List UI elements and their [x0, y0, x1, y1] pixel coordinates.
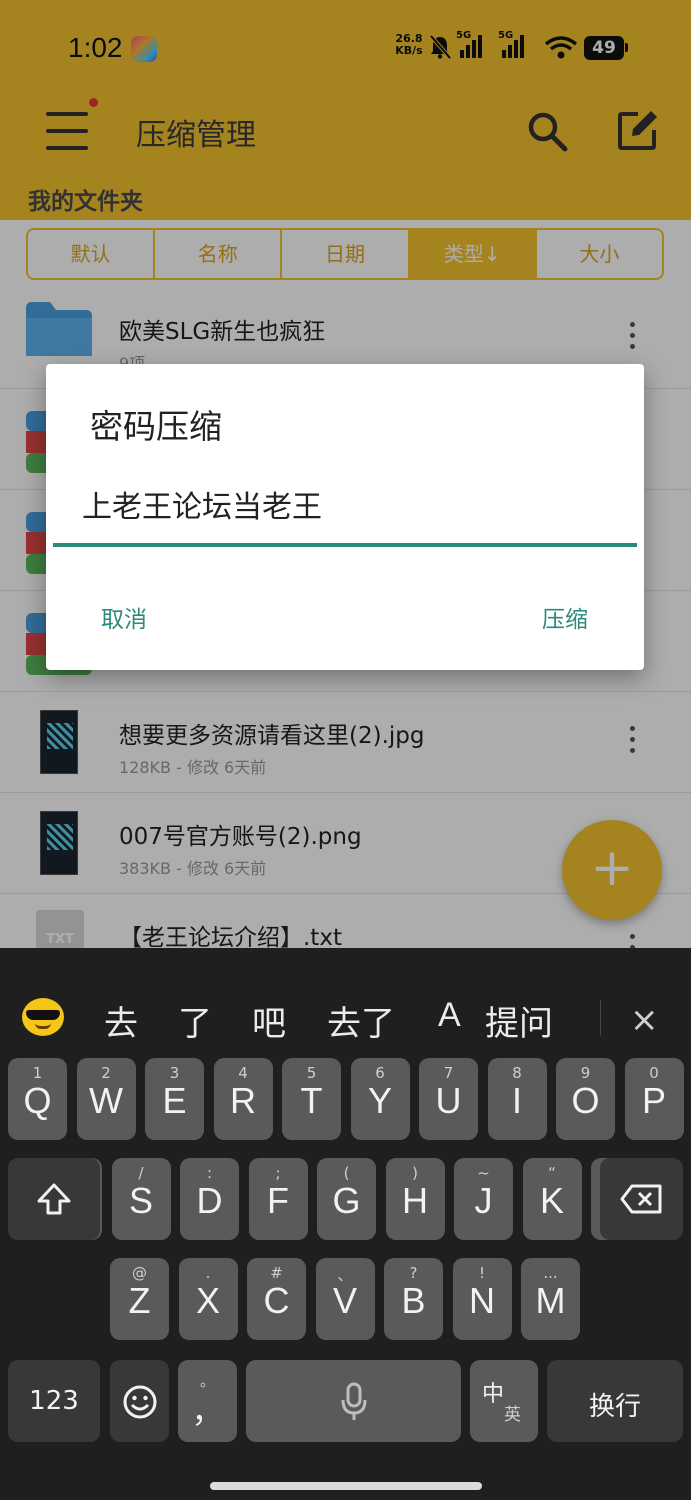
- key-label: V: [332, 1280, 357, 1321]
- close-icon[interactable]: ×: [630, 1000, 659, 1040]
- cancel-button[interactable]: 取消: [101, 600, 147, 634]
- space-key[interactable]: [246, 1360, 461, 1442]
- key-label: R: [230, 1080, 256, 1121]
- backspace-icon: [620, 1184, 662, 1214]
- key-z[interactable]: @ Z: [110, 1258, 169, 1340]
- key-label: F: [267, 1180, 289, 1221]
- key-label: P: [641, 1080, 666, 1121]
- key-p[interactable]: 0P: [624, 1058, 684, 1140]
- candidate-divider: [600, 1000, 601, 1036]
- key-label: U: [435, 1080, 462, 1121]
- key-b[interactable]: ? B: [384, 1258, 443, 1340]
- key-label: T: [300, 1080, 323, 1121]
- key-g[interactable]: (G: [317, 1158, 376, 1240]
- password-input[interactable]: 上老王论坛当老王: [82, 482, 322, 526]
- emoji-key[interactable]: [110, 1360, 169, 1442]
- key-u[interactable]: 7U: [419, 1058, 478, 1140]
- app-screen: 1:02 26.8 KB/s 5G 5G 49 压缩管理 我的文件夹 默认 名称…: [0, 0, 691, 970]
- key-label: D: [196, 1180, 223, 1221]
- key-label: W: [89, 1080, 123, 1121]
- language-key[interactable]: 中 英: [470, 1360, 538, 1442]
- key-c[interactable]: # C: [247, 1258, 306, 1340]
- candidate[interactable]: 吧: [252, 996, 286, 1045]
- key-w[interactable]: 2W: [76, 1058, 136, 1140]
- key-label: K: [539, 1180, 564, 1221]
- microphone-icon: [341, 1382, 367, 1420]
- enter-key-label: 换行: [588, 1392, 641, 1422]
- soft-keyboard: 去 了 吧 去了 A 提问 × 1Q2W3E4R5T6Y7U8I9O0P -A/…: [0, 948, 691, 1500]
- shift-key[interactable]: [8, 1158, 100, 1240]
- key-label: E: [162, 1080, 187, 1121]
- key-h[interactable]: ) H: [385, 1158, 445, 1240]
- language-key-sub: 英: [504, 1405, 521, 1425]
- shift-icon: [37, 1183, 71, 1215]
- key-n[interactable]: ! N: [452, 1258, 512, 1340]
- key-label: Z: [128, 1280, 151, 1321]
- comma-key[interactable]: 。 ，: [178, 1360, 237, 1442]
- key-v[interactable]: 、 V: [315, 1258, 375, 1340]
- dialog-title: 密码压缩: [90, 407, 222, 446]
- key-label: S: [128, 1180, 153, 1221]
- key-j[interactable]: ~ J: [454, 1158, 513, 1240]
- key-q[interactable]: 1Q: [8, 1058, 67, 1140]
- backspace-key[interactable]: [600, 1158, 683, 1240]
- key-r[interactable]: 4R: [213, 1058, 273, 1140]
- candidate[interactable]: 提问: [485, 996, 553, 1045]
- candidate[interactable]: 去了: [327, 996, 395, 1045]
- home-indicator[interactable]: [210, 1482, 482, 1490]
- key-label: J: [474, 1180, 493, 1221]
- key-f[interactable]: ; F: [248, 1158, 308, 1240]
- key-s[interactable]: / S: [111, 1158, 171, 1240]
- candidate[interactable]: 去: [104, 996, 138, 1045]
- key-label: B: [401, 1280, 426, 1321]
- key-label: M: [535, 1280, 566, 1321]
- key-label: H: [402, 1180, 428, 1221]
- key-k[interactable]: “K: [522, 1158, 582, 1240]
- key-label: N: [469, 1280, 495, 1321]
- key-label: Y: [367, 1080, 392, 1121]
- key-label: G: [332, 1180, 361, 1221]
- key-i[interactable]: 8I: [487, 1058, 547, 1140]
- key-label: X: [195, 1280, 220, 1321]
- key-label: C: [263, 1280, 290, 1321]
- numbers-key[interactable]: 123: [8, 1360, 100, 1442]
- sunglasses-emoji-icon[interactable]: [22, 998, 64, 1036]
- enter-key[interactable]: 换行: [547, 1360, 683, 1442]
- key-label: I: [511, 1080, 522, 1121]
- compress-button[interactable]: 压缩: [542, 600, 588, 634]
- language-key-main: 中: [482, 1382, 505, 1407]
- comma-key-label: ，: [191, 1392, 224, 1430]
- numbers-key-label: 123: [29, 1386, 79, 1416]
- key-label: Q: [23, 1080, 52, 1121]
- key-d[interactable]: :D: [180, 1158, 239, 1240]
- key-o[interactable]: 9O: [556, 1058, 615, 1140]
- input-underline: [53, 543, 637, 547]
- candidate[interactable]: 了: [178, 996, 212, 1045]
- key-t[interactable]: 5T: [282, 1058, 341, 1140]
- password-compress-dialog: 密码压缩 上老王论坛当老王 取消 压缩: [46, 364, 644, 670]
- candidate-bar: 去 了 吧 去了 A 提问 ×: [0, 948, 691, 1048]
- key-e[interactable]: 3E: [145, 1058, 204, 1140]
- key-label: O: [571, 1080, 600, 1121]
- smiley-icon: [123, 1385, 157, 1419]
- ai-icon[interactable]: A: [438, 996, 461, 1035]
- key-y[interactable]: 6Y: [350, 1058, 410, 1140]
- key-x[interactable]: .X: [178, 1258, 238, 1340]
- key-m[interactable]: ... M: [521, 1258, 580, 1340]
